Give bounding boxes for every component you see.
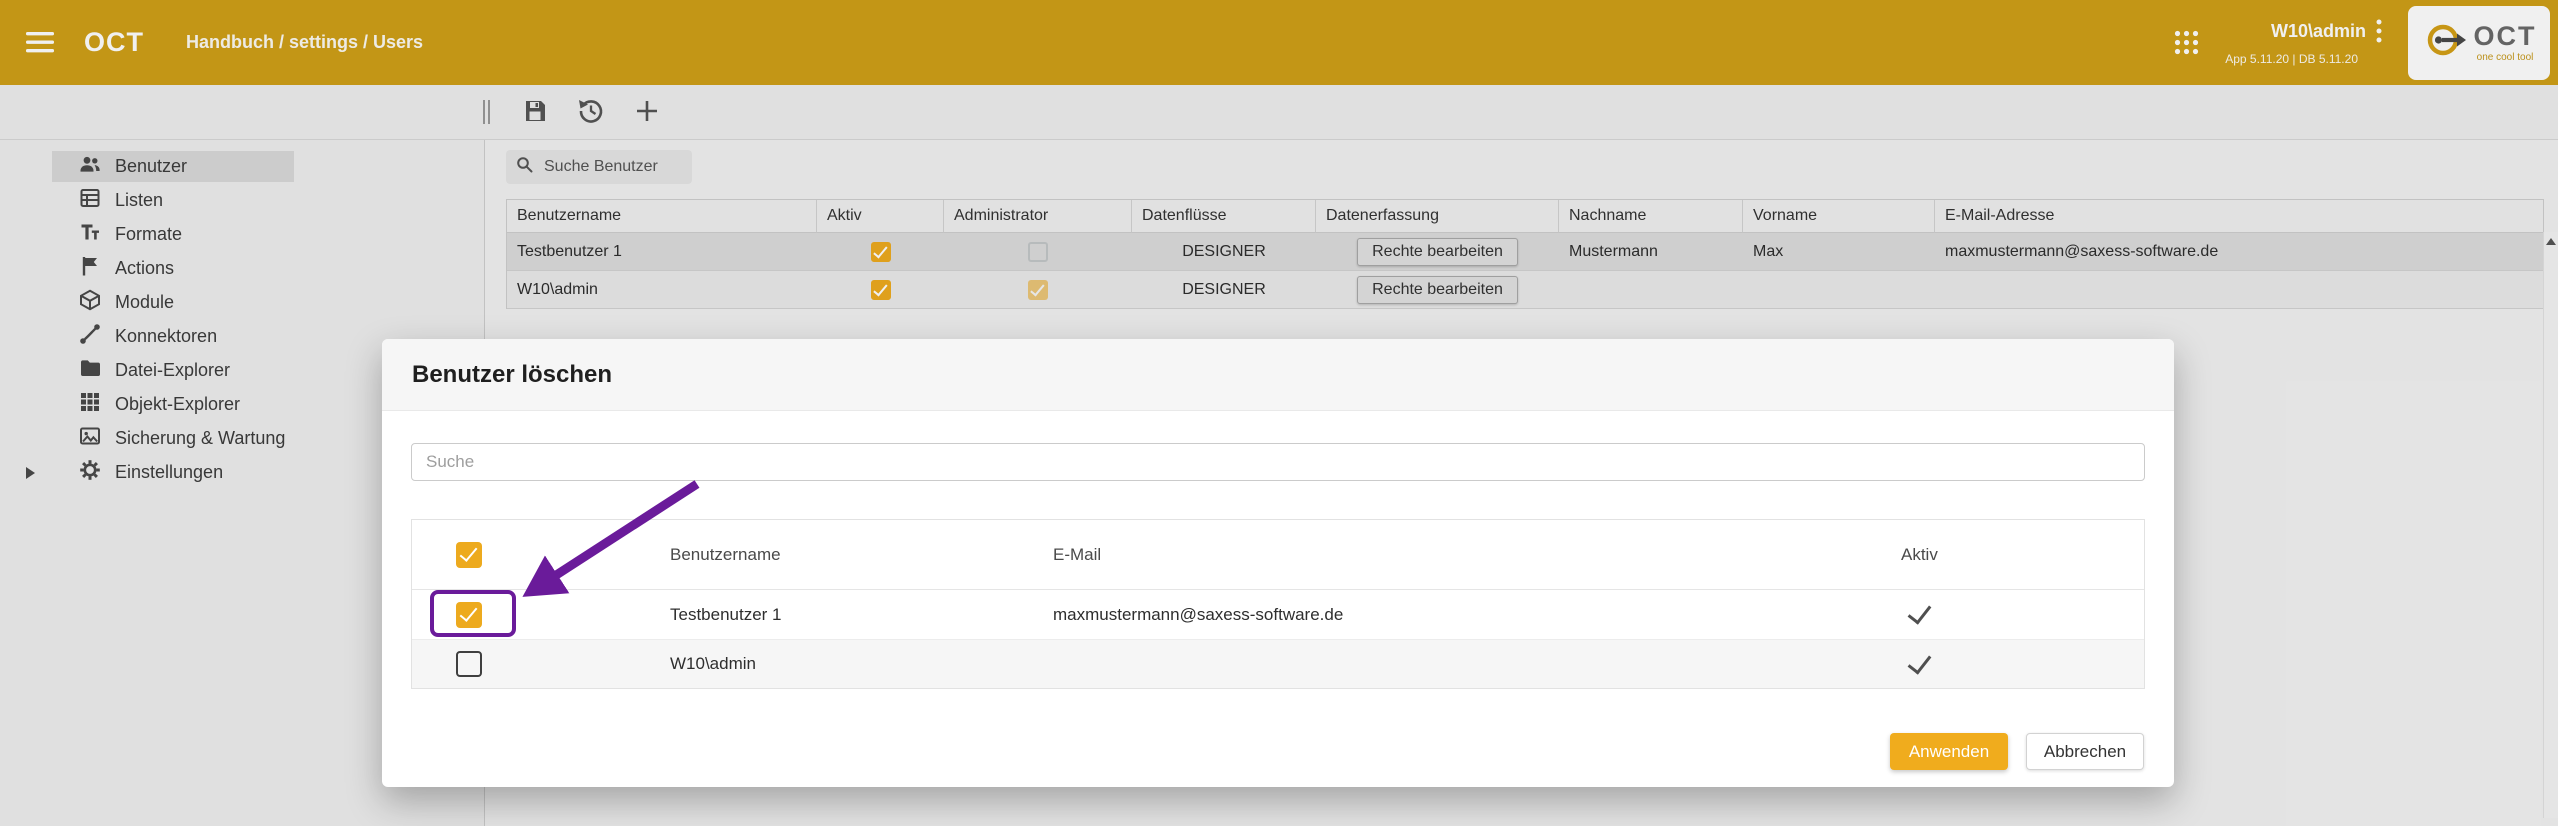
active-check-icon <box>1908 599 1932 624</box>
select-all-checkbox[interactable] <box>456 542 482 568</box>
row-checkbox[interactable] <box>456 602 482 628</box>
row-checkbox[interactable] <box>456 651 482 677</box>
dialog-column-benutzername[interactable]: Benutzername <box>670 520 1053 590</box>
dialog-search <box>411 443 2145 481</box>
dialog-column-email[interactable]: E-Mail <box>1053 520 1899 590</box>
dialog-title: Benutzer löschen <box>412 361 612 389</box>
row-select-cell <box>412 639 670 688</box>
dialog-footer: Anwenden Abbrechen <box>1890 733 2144 770</box>
dialog-cell-benutzername: W10\admin <box>670 639 1053 688</box>
active-check-icon <box>1908 649 1932 674</box>
dialog-cell-benutzername: Testbenutzer 1 <box>670 590 1053 639</box>
dialog-cell-email: maxmustermann@saxess-software.de <box>1053 590 1899 639</box>
apply-button[interactable]: Anwenden <box>1890 733 2008 770</box>
dialog-cell-aktiv <box>1899 590 2144 639</box>
dialog-column-aktiv[interactable]: Aktiv <box>1899 520 2144 590</box>
header-select-all-cell <box>412 520 670 590</box>
dialog-cell-aktiv <box>1899 639 2144 688</box>
dialog-cell-email <box>1053 639 1899 688</box>
delete-users-dialog: Benutzer löschen Benutzername E-Mail Akt… <box>382 339 2174 787</box>
dialog-header: Benutzer löschen <box>382 339 2174 411</box>
dialog-search-input[interactable] <box>411 443 2145 481</box>
app-window: OCT Handbuch / settings / Users W10\admi… <box>0 0 2558 826</box>
dialog-users-table: Benutzername E-Mail Aktiv Testbenutzer 1… <box>411 519 2145 689</box>
cancel-button[interactable]: Abbrechen <box>2026 733 2144 770</box>
row-select-cell <box>412 590 670 639</box>
